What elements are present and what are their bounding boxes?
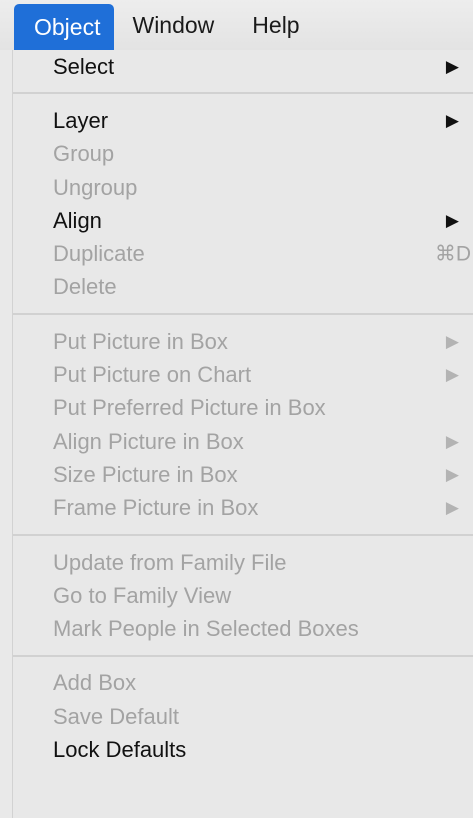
menu-item-lock-defaults[interactable]: Lock Defaults	[13, 733, 473, 766]
menu-item-label: Update from Family File	[53, 549, 287, 575]
menu-item-label: Select	[53, 53, 115, 79]
menu-item-put-preferred-picture-in-box[interactable]: Put Preferred Picture in Box	[13, 392, 473, 425]
menu-item-label: Duplicate	[53, 241, 145, 267]
menu-item-label: Put Preferred Picture in Box	[53, 395, 326, 421]
menu-item-ungroup[interactable]: Ungroup	[13, 171, 473, 204]
menu-separator	[13, 304, 473, 325]
object-menu-dropdown: Select ▶ Layer ▶ Group Ungroup Align ▶ Duplicate…	[12, 50, 473, 818]
menu-item-select[interactable]: Select ▶	[13, 50, 473, 83]
menubar-item-help[interactable]: Help	[234, 3, 319, 47]
menu-item-align-picture-in-box[interactable]: Align Picture in Box ▶	[13, 425, 473, 458]
submenu-arrow-icon: ▶	[445, 431, 459, 451]
menu-item-group[interactable]: Group	[13, 138, 473, 171]
menu-item-add-box[interactable]: Add Box	[13, 667, 473, 700]
menu-separator	[13, 83, 473, 104]
menu-item-label: Put Picture in Box	[53, 328, 228, 354]
menu-item-frame-picture-in-box[interactable]: Frame Picture in Box ▶	[13, 492, 473, 525]
screen: Object Window Help Select ▶ Layer ▶ Group Ung…	[0, 0, 473, 818]
menu-item-label: Save Default	[53, 703, 179, 729]
menu-item-put-picture-on-chart[interactable]: Put Picture on Chart ▶	[13, 358, 473, 391]
menubar-item-window[interactable]: Window	[114, 3, 234, 47]
menu-item-label: Group	[53, 141, 115, 167]
keyboard-shortcut: ⌘D	[434, 242, 471, 266]
submenu-arrow-icon: ▶	[445, 56, 459, 76]
menu-item-label: Put Picture on Chart	[53, 362, 252, 388]
menubar-item-object[interactable]: Object	[14, 4, 115, 50]
submenu-arrow-icon: ▶	[445, 110, 459, 130]
submenu-arrow-icon: ▶	[445, 331, 459, 351]
submenu-arrow-icon: ▶	[445, 210, 459, 230]
menu-item-label: Align Picture in Box	[53, 428, 244, 454]
menu-item-label: Layer	[53, 107, 109, 133]
menu-item-align[interactable]: Align ▶	[13, 204, 473, 237]
menu-item-mark-people-in-selected-boxes[interactable]: Mark People in Selected Boxes	[13, 612, 473, 645]
menu-item-label: Go to Family View	[53, 582, 232, 608]
menu-item-label: Add Box	[53, 670, 137, 696]
menu-item-layer[interactable]: Layer ▶	[13, 104, 473, 137]
menu-item-label: Lock Defaults	[53, 736, 187, 762]
menu-item-duplicate[interactable]: Duplicate ⌘D	[13, 237, 473, 270]
menu-item-delete[interactable]: Delete	[13, 271, 473, 304]
menu-item-update-from-family-file[interactable]: Update from Family File	[13, 546, 473, 579]
menu-item-label: Mark People in Selected Boxes	[53, 616, 359, 642]
menu-item-save-default[interactable]: Save Default	[13, 700, 473, 733]
menu-item-put-picture-in-box[interactable]: Put Picture in Box ▶	[13, 325, 473, 358]
menu-item-size-picture-in-box[interactable]: Size Picture in Box ▶	[13, 458, 473, 491]
submenu-arrow-icon: ▶	[445, 498, 459, 518]
menubar: Object Window Help	[0, 0, 473, 50]
submenu-arrow-icon: ▶	[445, 365, 459, 385]
menu-item-label: Size Picture in Box	[53, 461, 238, 487]
menu-item-label: Frame Picture in Box	[53, 495, 259, 521]
menu-item-label: Align	[53, 207, 102, 233]
menu-item-label: Delete	[53, 274, 117, 300]
submenu-arrow-icon: ▶	[445, 464, 459, 484]
menu-separator	[13, 525, 473, 546]
menu-item-label: Ungroup	[53, 174, 138, 200]
menu-item-go-to-family-view[interactable]: Go to Family View	[13, 579, 473, 612]
menu-separator	[13, 646, 473, 667]
